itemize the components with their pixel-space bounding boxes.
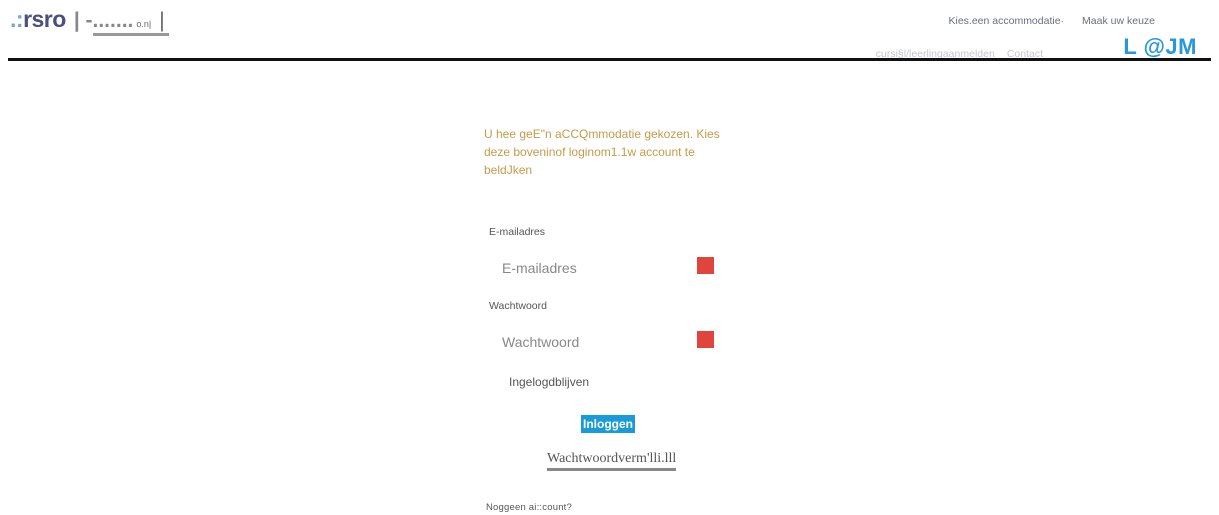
site-logo[interactable]: .:rsro | -....... o.n| | [10, 6, 165, 36]
logo-separator: | -....... [73, 9, 134, 32]
password-label: Wachtwoord [489, 300, 547, 312]
warning-icon [697, 257, 714, 274]
logo-bar: | [159, 9, 165, 32]
nav-choose-accommodation[interactable]: Kies.een accommodatie· [948, 15, 1064, 27]
nav-make-choice[interactable]: Maak uw keuze [1082, 15, 1155, 27]
email-label: E-mailadres [489, 226, 546, 238]
top-nav: Kies.een accommodatie· Maak uw keuze [948, 15, 1155, 27]
no-account-text: Noggeen ai::count? [486, 502, 572, 513]
login-button[interactable]: Inloggen [581, 415, 635, 433]
forgot-password-link[interactable]: Wachtwoordverm'lli.lll [547, 451, 677, 471]
no-accommodation-notice: U hee geE"n aCCQmmodatie gekozen. Kies d… [484, 127, 720, 177]
logo-subtext: o.n| [136, 19, 152, 29]
remember-me-label: Ingelogdblijven [509, 375, 590, 389]
warning-icon [697, 331, 714, 348]
password-field[interactable] [492, 327, 724, 357]
email-field[interactable] [492, 253, 724, 283]
header-divider [8, 58, 1211, 61]
logo-mark: .:rsro [10, 6, 66, 32]
brand-logo-right[interactable]: L @JM [1123, 34, 1197, 60]
remember-me[interactable]: Ingelogdblijven [509, 375, 589, 389]
logo-underline [93, 33, 169, 36]
